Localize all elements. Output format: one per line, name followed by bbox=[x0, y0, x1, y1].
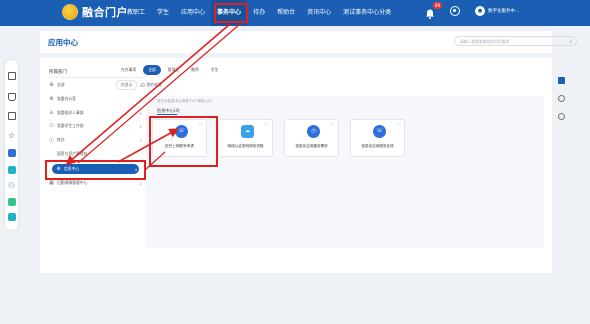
main-nav: 教职工 学生 应用中心 事务中心 待办 帮助台 资讯中心 测试事务中心分类 bbox=[121, 0, 397, 26]
hint-text: 您已为信息中心申请了4个事务入口 bbox=[157, 99, 212, 103]
dept-label: 全部 bbox=[57, 82, 65, 87]
dept-item-org-personnel[interactable]: ♙ 党委组织人事部 1 bbox=[49, 108, 144, 118]
dept-count: 1 bbox=[139, 96, 142, 102]
edit-icon[interactable] bbox=[8, 72, 16, 80]
title-panel: 应用中心 请输入你需要查找的应用服务 ⌕ bbox=[40, 31, 577, 53]
notification-badge: 99 bbox=[432, 2, 442, 9]
nav-item-app-center[interactable]: 应用中心 bbox=[175, 0, 211, 26]
tab-admin[interactable]: 管理员 bbox=[163, 65, 184, 75]
nav-item-news[interactable]: 资讯中心 bbox=[301, 0, 337, 26]
filter-bar: 仅显示 我的收藏 bbox=[116, 80, 162, 90]
radio-icon bbox=[141, 83, 146, 87]
tab-in-progress[interactable]: 在办事项 bbox=[116, 65, 141, 75]
bell-icon[interactable]: 99 bbox=[424, 2, 442, 19]
grid-icon[interactable] bbox=[558, 77, 565, 84]
app-icon-3[interactable] bbox=[8, 198, 16, 206]
search-icon[interactable]: ⌕ bbox=[569, 38, 572, 47]
favorite-icon[interactable]: ▭ bbox=[330, 121, 335, 127]
settings-icon[interactable] bbox=[450, 6, 460, 16]
dept-count: 1 bbox=[139, 110, 142, 116]
right-quick-rail bbox=[555, 77, 569, 127]
user-name: 数字化服务中... bbox=[488, 9, 520, 14]
group-underline bbox=[157, 114, 177, 115]
highlight-info-center bbox=[45, 160, 146, 180]
divider bbox=[49, 77, 144, 78]
highlight-first-card bbox=[149, 116, 218, 167]
dept-label: 党委组织人事部 bbox=[57, 110, 84, 115]
app-icon-1[interactable] bbox=[8, 149, 16, 157]
service-label: 信息化应用建设需求 bbox=[295, 144, 328, 148]
left-quick-rail: ☆ ⚇ bbox=[5, 60, 18, 230]
department-heading: 所属部门 bbox=[49, 70, 67, 75]
dept-label: 党委学生工作部 bbox=[57, 123, 84, 128]
brand[interactable]: 融合门户 bbox=[62, 4, 128, 20]
user-icon: ♙ bbox=[49, 110, 54, 116]
dept-label: 校办 bbox=[57, 137, 65, 142]
people-icon[interactable]: ⚇ bbox=[8, 182, 16, 190]
filter-show-only[interactable]: 仅显示 bbox=[116, 80, 138, 90]
dept-count: 1 bbox=[139, 137, 142, 143]
dept-count: 1 bbox=[139, 123, 142, 129]
users-icon: ⚇ bbox=[49, 123, 54, 129]
service-label: 信息化应用服务反馈 bbox=[361, 144, 394, 148]
nav-item-student[interactable]: 学生 bbox=[151, 0, 175, 26]
logo-icon bbox=[62, 4, 78, 20]
globe-icon: ⊕ bbox=[49, 82, 54, 88]
top-navbar: 融合门户 教职工 学生 应用中心 事务中心 待办 帮助台 资讯中心 测试事务中心… bbox=[0, 0, 590, 26]
dept-item-student-affairs[interactable]: ⚇ 党委学生工作部 1 bbox=[49, 121, 144, 131]
favorite-icon[interactable]: ▭ bbox=[396, 121, 401, 127]
gear-icon: ⚙ bbox=[49, 96, 54, 102]
user-menu[interactable]: ● 数字化服务中... bbox=[475, 6, 519, 16]
highlight-affairs-nav bbox=[214, 3, 248, 23]
dept-label: 后勤保障管理中心 bbox=[57, 180, 88, 185]
nav-item-todo[interactable]: 待办 bbox=[247, 0, 271, 26]
favorite-icon[interactable]: ▭ bbox=[264, 121, 269, 127]
dept-label: 党委办公室 bbox=[57, 96, 76, 101]
service-card-3[interactable]: ▭ ◷ 信息化应用建设需求 bbox=[284, 119, 339, 157]
dept-count: 1 bbox=[139, 180, 142, 186]
tab-teacher[interactable]: 教师 bbox=[186, 65, 204, 75]
shirt-icon[interactable] bbox=[8, 93, 16, 101]
dept-item-assets[interactable]: 国资与资产管理处 bbox=[49, 149, 144, 159]
dept-item-party-office[interactable]: ⚙ 党委办公室 1 bbox=[49, 94, 144, 104]
favorites-filter[interactable]: 我的收藏 bbox=[141, 82, 162, 88]
role-tabs: 在办事项 全部 管理员 教师 学生 bbox=[116, 65, 223, 75]
clock-icon: ◷ bbox=[307, 125, 320, 138]
building-icon: ▦ bbox=[49, 180, 54, 186]
tab-all[interactable]: 全部 bbox=[143, 65, 161, 75]
page-title: 应用中心 bbox=[48, 38, 78, 47]
nav-item-test-category[interactable]: 测试事务中心分类 bbox=[337, 0, 397, 26]
service-card-2[interactable]: ▭ ☁ 网络认证密码修改流程 bbox=[218, 119, 273, 157]
cloud-icon: ☁ bbox=[241, 125, 254, 138]
star-icon[interactable]: ☆ bbox=[8, 132, 16, 140]
dept-label: 国资与资产管理处 bbox=[57, 151, 88, 156]
refresh-icon[interactable] bbox=[558, 95, 565, 102]
search-input[interactable]: 请输入你需要查找的应用服务 ⌕ bbox=[454, 36, 577, 46]
info-icon: ⓘ bbox=[49, 137, 55, 144]
nav-item-helpdesk[interactable]: 帮助台 bbox=[271, 0, 301, 26]
service-card-4[interactable]: ▭ ☏ 信息化应用服务反馈 bbox=[350, 119, 405, 157]
app-icon-4[interactable] bbox=[8, 213, 16, 221]
app-icon: ☏ bbox=[373, 125, 386, 138]
search-placeholder: 请输入你需要查找的应用服务 bbox=[460, 39, 510, 44]
plus-box-icon[interactable] bbox=[8, 112, 16, 120]
dept-item-school-office[interactable]: ⓘ 校办 1 bbox=[49, 135, 144, 145]
tab-student[interactable]: 学生 bbox=[206, 65, 224, 75]
service-label: 网络认证密码修改流程 bbox=[227, 144, 264, 148]
favorites-label: 我的收藏 bbox=[146, 82, 162, 87]
nav-item-staff[interactable]: 教职工 bbox=[121, 0, 151, 26]
app-icon-2[interactable] bbox=[8, 166, 16, 174]
zoom-icon[interactable] bbox=[558, 113, 565, 120]
avatar: ● bbox=[475, 6, 485, 16]
